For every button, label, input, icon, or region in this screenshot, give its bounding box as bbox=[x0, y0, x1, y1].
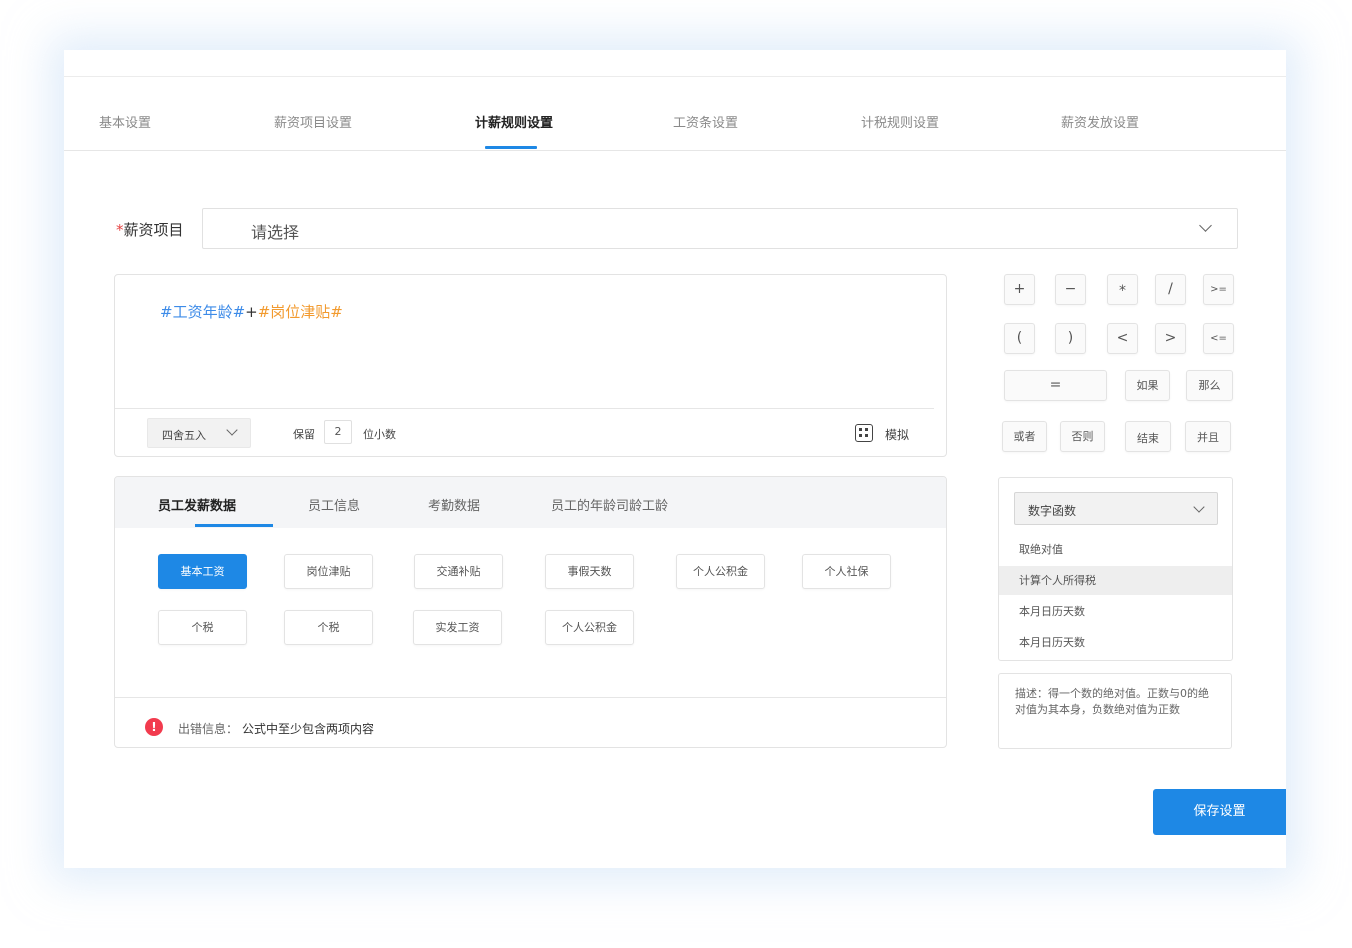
operator-multiply-button[interactable]: * bbox=[1107, 274, 1138, 305]
error-label: 出错信息： bbox=[178, 722, 239, 736]
active-tab-indicator bbox=[195, 524, 273, 527]
operator-gte-button[interactable]: >= bbox=[1203, 274, 1234, 305]
operator-divide-button[interactable]: / bbox=[1155, 274, 1186, 305]
operator-end-button[interactable]: 结束 bbox=[1125, 421, 1171, 452]
rounding-select[interactable]: 四舍五入 bbox=[147, 418, 251, 448]
tab-payout[interactable]: 薪资发放设置 bbox=[1061, 112, 1139, 131]
rounding-mode: 四舍五入 bbox=[162, 429, 206, 442]
tab-basic-settings[interactable]: 基本设置 bbox=[99, 112, 151, 131]
operator-else-button[interactable]: 否则 bbox=[1060, 421, 1105, 452]
formula-operator: + bbox=[245, 303, 258, 321]
data-item-chip[interactable]: 基本工资 bbox=[158, 554, 247, 589]
function-panel: 数字函数 取绝对值 计算个人所得税 本月日历天数 本月日历天数 bbox=[998, 477, 1233, 661]
decimal-label: 位小数 bbox=[363, 428, 396, 441]
operator-plus-button[interactable]: + bbox=[1004, 274, 1035, 305]
function-item-calendar-days[interactable]: 本月日历天数 bbox=[999, 628, 1232, 657]
operator-close-paren-button[interactable]: ) bbox=[1055, 323, 1086, 354]
settings-tabs: 基本设置 薪资项目设置 计薪规则设置 工资条设置 计税规则设置 薪资发放设置 bbox=[64, 76, 1286, 151]
operator-open-paren-button[interactable]: ( bbox=[1004, 323, 1035, 354]
tab-payslip[interactable]: 工资条设置 bbox=[673, 112, 738, 131]
function-item-income-tax[interactable]: 计算个人所得税 bbox=[999, 566, 1232, 595]
calculator-icon bbox=[855, 424, 873, 442]
operator-if-button[interactable]: 如果 bbox=[1125, 370, 1170, 401]
divider bbox=[115, 408, 934, 409]
operator-then-button[interactable]: 那么 bbox=[1186, 370, 1233, 401]
function-item-abs[interactable]: 取绝对值 bbox=[999, 535, 1232, 564]
operator-gt-button[interactable]: > bbox=[1155, 323, 1186, 354]
data-item-chip[interactable]: 个人公积金 bbox=[676, 554, 765, 589]
operator-or-button[interactable]: 或者 bbox=[1002, 421, 1047, 452]
save-settings-button[interactable]: 保存设置 bbox=[1153, 789, 1286, 835]
salary-item-select[interactable]: 请选择 bbox=[202, 208, 1238, 249]
tab-payroll-data[interactable]: 员工发薪数据 bbox=[158, 495, 236, 514]
tab-employee-age-tenure[interactable]: 员工的年龄司龄工龄 bbox=[551, 495, 668, 514]
keep-label: 保留 bbox=[293, 428, 315, 441]
tab-tax-rules[interactable]: 计税规则设置 bbox=[861, 112, 939, 131]
data-item-chip[interactable]: 个税 bbox=[284, 610, 373, 645]
formula-token[interactable]: #工资年龄# bbox=[160, 303, 245, 321]
function-category: 数字函数 bbox=[1028, 504, 1077, 518]
operator-minus-button[interactable]: − bbox=[1055, 274, 1086, 305]
function-category-select[interactable]: 数字函数 bbox=[1014, 492, 1218, 525]
function-item-calendar-days[interactable]: 本月日历天数 bbox=[999, 597, 1232, 626]
data-fields-panel: 员工发薪数据 员工信息 考勤数据 员工的年龄司龄工龄 基本工资 岗位津贴 交通补… bbox=[114, 476, 947, 748]
formula-editor[interactable]: #工资年龄#+#岗位津贴# 四舍五入 保留 2 位小数 模拟 bbox=[114, 274, 947, 457]
tab-attendance[interactable]: 考勤数据 bbox=[428, 495, 480, 514]
tab-pay-rules[interactable]: 计薪规则设置 bbox=[475, 112, 553, 131]
data-item-chip[interactable]: 交通补贴 bbox=[414, 554, 503, 589]
data-item-chip[interactable]: 个人社保 bbox=[802, 554, 891, 589]
chevron-down-icon bbox=[226, 424, 238, 436]
salary-item-placeholder: 请选择 bbox=[251, 223, 300, 242]
data-tabs: 员工发薪数据 员工信息 考勤数据 员工的年龄司龄工龄 bbox=[115, 477, 946, 528]
error-message: 公式中至少包含两项内容 bbox=[242, 722, 375, 736]
tab-employee-info[interactable]: 员工信息 bbox=[308, 495, 360, 514]
operator-and-button[interactable]: 并且 bbox=[1185, 421, 1231, 452]
settings-card: 基本设置 薪资项目设置 计薪规则设置 工资条设置 计税规则设置 薪资发放设置 *… bbox=[64, 50, 1286, 868]
decimal-places-input[interactable]: 2 bbox=[324, 420, 352, 444]
formula-expression: #工资年龄#+#岗位津贴# bbox=[160, 301, 343, 322]
divider bbox=[115, 697, 946, 698]
operator-lte-button[interactable]: <= bbox=[1203, 323, 1234, 354]
chevron-down-icon bbox=[1193, 501, 1205, 513]
operator-equals-button[interactable]: = bbox=[1004, 370, 1107, 401]
required-mark: * bbox=[116, 221, 124, 239]
tab-salary-items[interactable]: 薪资项目设置 bbox=[274, 112, 352, 131]
active-tab-indicator bbox=[485, 146, 537, 149]
function-description: 描述：得一个数的绝对值。正数与0的绝对值为其本身，负数绝对值为正数 bbox=[998, 673, 1232, 749]
salary-item-label: *薪资项目 bbox=[116, 219, 184, 240]
formula-token[interactable]: #岗位津贴# bbox=[258, 303, 343, 321]
data-item-chip[interactable]: 实发工资 bbox=[413, 610, 502, 645]
error-icon: ! bbox=[145, 718, 163, 736]
data-item-chip[interactable]: 事假天数 bbox=[545, 554, 634, 589]
chevron-down-icon bbox=[1199, 219, 1212, 232]
simulate-label: 模拟 bbox=[885, 428, 910, 442]
data-item-chip[interactable]: 个人公积金 bbox=[545, 610, 634, 645]
salary-item-label-text: 薪资项目 bbox=[123, 221, 184, 239]
operator-lt-button[interactable]: < bbox=[1107, 323, 1138, 354]
data-item-chip[interactable]: 个税 bbox=[158, 610, 247, 645]
data-item-chip[interactable]: 岗位津贴 bbox=[284, 554, 373, 589]
